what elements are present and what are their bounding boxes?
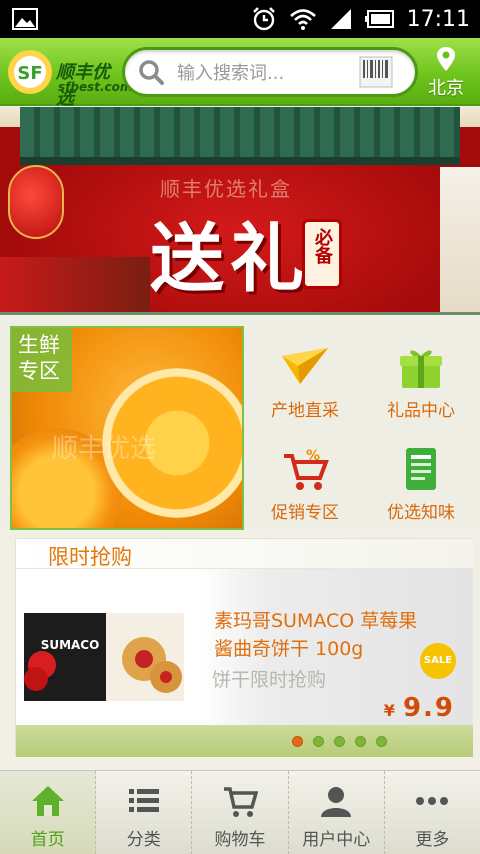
sun-logo-icon: SF [8,50,52,94]
tab-user-center[interactable]: 用户中心 [289,771,385,854]
fresh-watermark: 顺丰优选 [52,434,157,464]
svg-text:%: % [306,448,320,464]
carousel-dots [292,736,387,747]
more-icon [416,797,449,805]
flash-sale-section: 限时抢购 SUMACO 素玛哥SUMACO 草莓果酱曲奇饼干 100g 饼干限时… [15,538,473,757]
tab-home[interactable]: 首页 [0,771,97,854]
lantern-left [8,165,64,239]
banner-seal: 必备 [302,219,342,289]
carousel-dot[interactable] [334,736,345,747]
discount-cart-icon: % [284,448,329,490]
category-label: 礼品中心 [387,401,455,421]
tab-categories[interactable]: 分类 [96,771,193,854]
banner-watermark: 顺丰优选礼盒 [160,177,292,201]
location-pin-icon [437,47,455,71]
category-gift-center[interactable]: 礼品中心 [366,344,476,421]
search-input[interactable] [177,58,347,88]
tab-label: 首页 [30,830,65,850]
clock: 17:11 [406,6,470,32]
signal-icon [330,9,351,29]
search-bar[interactable] [122,47,418,97]
sale-badge: SALE [420,643,456,679]
carousel-dot[interactable] [292,736,303,747]
tab-more[interactable]: 更多 [385,771,480,854]
category-origin-direct[interactable]: 产地直采 [250,344,360,421]
banner-title: 送礼 [150,216,310,302]
category-label: 产地直采 [271,401,339,421]
product-title: 素玛哥SUMACO 草莓果酱曲奇饼干 100g [214,610,418,660]
image-notification-icon [12,8,38,30]
category-section: 顺丰优选 生鲜专区 产地直采 礼品中心 % 促销专区 优选知味 [0,318,480,530]
carousel-dot[interactable] [376,736,387,747]
product-box-brand: SUMACO [41,638,100,652]
category-label: 优选知味 [387,503,455,523]
wifi-icon [289,9,316,30]
tab-cart[interactable]: 购物车 [192,771,289,854]
paper-plane-icon [282,348,328,384]
battery-icon [364,10,394,28]
tab-label: 分类 [126,830,161,850]
cart-icon [224,787,258,817]
price-value: 9.9 [402,693,455,723]
banner-roof-tiles [20,107,460,165]
category-promotion[interactable]: % 促销专区 [250,446,360,523]
carousel-indicator-bar [16,725,473,757]
carousel-dot[interactable] [313,736,324,747]
flash-sale-product[interactable]: SUMACO 素玛哥SUMACO 草莓果酱曲奇饼干 100g 饼干限时抢购 SA… [16,569,473,725]
bottom-tab-bar: 首页 分类 购物车 用户中心 更多 [0,770,480,854]
category-taste[interactable]: 优选知味 [366,446,476,523]
logo-domain: sfbest.com [58,80,133,94]
app-header: SF 顺丰优选 sfbest.com 北京 [0,38,480,109]
home-icon [31,786,64,816]
flash-sale-header: 限时抢购 [16,539,473,569]
banner-snow [440,167,480,312]
alarm-icon [252,7,275,31]
svg-text:SF: SF [17,63,42,84]
gift-icon [400,350,442,388]
tab-label: 购物车 [214,830,266,850]
location-label: 北京 [428,78,464,99]
list-icon [128,789,159,812]
user-icon [321,787,352,817]
product-subtitle: 饼干限时抢购 [212,669,327,691]
currency-symbol: ¥ [383,701,397,720]
fresh-zone-card[interactable]: 顺丰优选 生鲜专区 [10,326,244,530]
location-selector[interactable]: 北京 [424,46,468,100]
barcode-scan-icon[interactable] [359,56,393,88]
tab-label: 更多 [415,830,450,850]
seal-text: 必备 [312,228,333,264]
flash-sale-title: 限时抢购 [48,545,132,569]
tab-label: 用户中心 [302,830,371,850]
product-price: ¥9.9 [384,693,455,723]
promo-banner[interactable]: 顺丰优选礼盒 送礼 必备 [0,107,480,315]
fresh-zone-label: 生鲜专区 [18,333,60,383]
category-label: 促销专区 [271,503,339,523]
sfbest-logo[interactable]: SF 顺丰优选 sfbest.com [6,44,132,109]
product-image: SUMACO [24,613,184,701]
document-icon [406,448,436,490]
carousel-dot[interactable] [355,736,366,747]
search-icon [139,60,164,85]
status-bar: 17:11 [0,0,480,38]
gift-boxes-image [0,257,150,312]
